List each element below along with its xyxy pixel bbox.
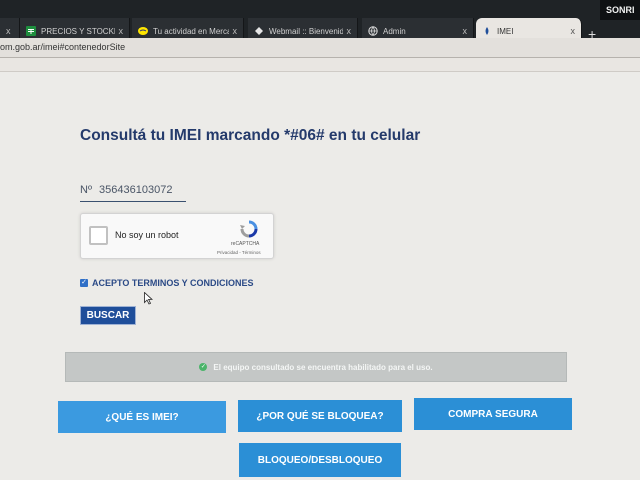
recaptcha-widget: No soy un robot reCAPTCHA Privacidad - T… xyxy=(80,213,274,259)
webmail-icon xyxy=(254,26,264,36)
close-icon[interactable]: x xyxy=(347,26,352,36)
profile-button[interactable]: SONRI xyxy=(600,0,640,20)
terms-label[interactable]: ACEPTO TERMINOS Y CONDICIONES xyxy=(92,278,254,288)
search-button[interactable]: BUSCAR xyxy=(80,306,136,325)
page-title: Consultá tu IMEI marcando *#06# en tu ce… xyxy=(80,127,421,144)
imei-value[interactable]: 356436103072 xyxy=(99,184,172,196)
enacom-icon xyxy=(482,26,492,36)
sheets-icon xyxy=(26,26,36,36)
result-message: El equipo consultado se encuentra habili… xyxy=(213,362,433,372)
why-blocked-button[interactable]: ¿POR QUÉ SE BLOQUEA? xyxy=(238,400,402,432)
mouse-cursor-icon xyxy=(144,291,154,310)
imei-prefix: Nº xyxy=(80,184,92,196)
address-bar[interactable]: om.gob.ar/imei#contenedorSite xyxy=(0,38,640,58)
terms-checkbox-row[interactable]: ✓ ACEPTO TERMINOS Y CONDICIONES xyxy=(80,278,254,288)
close-icon[interactable]: x xyxy=(233,26,238,36)
safe-purchase-button[interactable]: COMPRA SEGURA xyxy=(414,398,572,430)
block-unblock-button[interactable]: BLOQUEO/DESBLOQUEO xyxy=(239,443,401,477)
tab-label: IMEI xyxy=(497,26,514,36)
tab-label: Admin xyxy=(383,26,406,36)
close-icon[interactable]: x xyxy=(571,26,576,36)
tab-label: Webmail :: Bienvenido xyxy=(269,26,343,36)
page-content: Consultá tu IMEI marcando *#06# en tu ce… xyxy=(0,72,640,480)
url-text[interactable]: om.gob.ar/imei#contenedorSite xyxy=(0,42,125,52)
imei-input[interactable]: Nº 356436103072 xyxy=(80,184,186,202)
terms-checkbox[interactable]: ✓ xyxy=(80,279,88,287)
recaptcha-label: No soy un robot xyxy=(115,230,179,240)
close-icon[interactable]: x xyxy=(6,26,11,36)
what-is-imei-button[interactable]: ¿QUÉ ES IMEI? xyxy=(58,401,226,433)
globe-icon xyxy=(368,26,378,36)
bookmarks-bar xyxy=(0,58,640,72)
recaptcha-icon xyxy=(239,220,259,238)
recaptcha-links[interactable]: Privacidad - Términos xyxy=(217,250,261,255)
recaptcha-checkbox[interactable] xyxy=(89,226,108,245)
result-banner: ✓ El equipo consultado se encuentra habi… xyxy=(65,352,567,382)
tab-label: PRECIOS Y STOCKDE xyxy=(41,26,115,36)
tab-label: Tu actividad en Merca xyxy=(153,26,229,36)
close-icon[interactable]: x xyxy=(463,26,468,36)
mercadolibre-icon xyxy=(138,26,148,36)
recaptcha-brand: reCAPTCHA xyxy=(231,241,260,247)
check-circle-icon: ✓ xyxy=(199,363,208,371)
close-icon[interactable]: x xyxy=(119,26,124,36)
